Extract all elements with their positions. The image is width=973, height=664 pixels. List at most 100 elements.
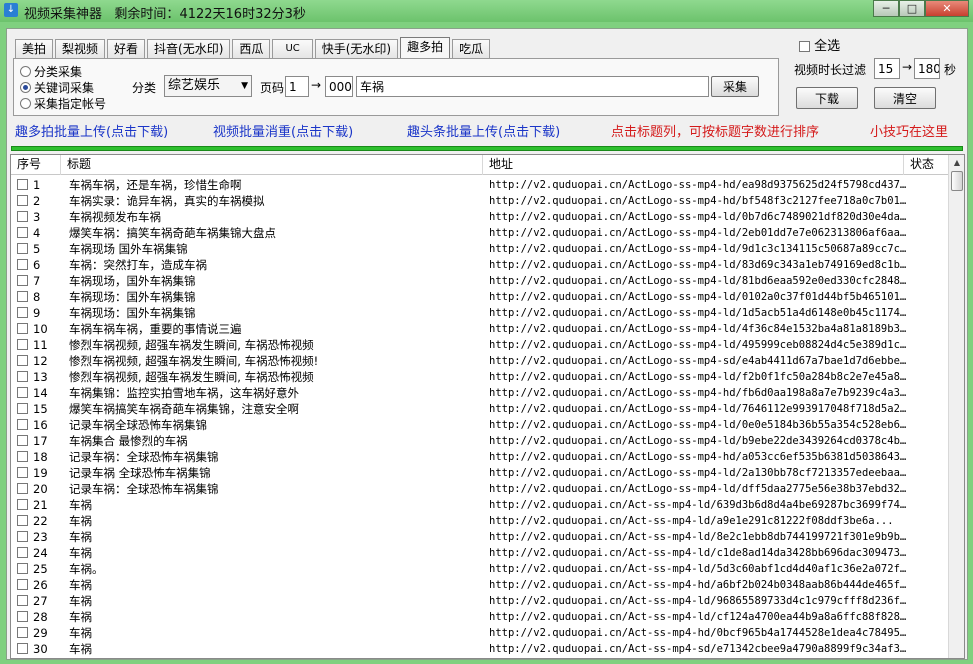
tab-haokan[interactable]: 好看 — [107, 39, 146, 59]
table-row[interactable]: 26 车祸 http://v2.quduopai.cn/Act-ss-mp4-hd/… — [11, 577, 949, 593]
row-checkbox[interactable] — [17, 355, 28, 366]
page-from-input[interactable] — [285, 76, 309, 97]
table-row[interactable]: 5 车祸现场 国外车祸集锦 http://v2.quduopai.cn/ActLog… — [11, 241, 949, 257]
row-checkbox[interactable] — [17, 563, 28, 574]
table-row[interactable]: 15 爆笑车祸搞笑车祸奇葩车祸集锦，注意安全啊 http://v2.quduopai… — [11, 401, 949, 417]
radio-category-collect[interactable]: 分类采集 — [20, 63, 82, 80]
table-row[interactable]: 24 车祸 http://v2.quduopai.cn/Act-ss-mp4-ld/… — [11, 545, 949, 561]
row-checkbox[interactable] — [17, 435, 28, 446]
tab-quduopai[interactable]: 趣多拍 — [400, 37, 451, 59]
table-row[interactable]: 3 车祸视频发布车祸 http://v2.quduopai.cn/ActLogo-s… — [11, 209, 949, 225]
table-row[interactable]: 19 记录车祸 全球恐怖车祸集锦 http://v2.quduopai.cn/Act… — [11, 465, 949, 481]
row-checkbox[interactable] — [17, 179, 28, 190]
tab-xigua[interactable]: 西瓜 — [232, 39, 271, 59]
table-row[interactable]: 30 车祸 http://v2.quduopai.cn/Act-ss-mp4-sd/… — [11, 641, 949, 657]
scroll-thumb[interactable] — [951, 171, 963, 191]
table-row[interactable]: 16 记录车祸全球恐怖车祸集锦 http://v2.quduopai.cn/ActL… — [11, 417, 949, 433]
table-row[interactable]: 20 记录车祸：全球恐怖车祸集锦 http://v2.quduopai.cn/Act… — [11, 481, 949, 497]
row-checkbox[interactable] — [17, 611, 28, 622]
row-url: http://v2.quduopai.cn/ActLogo-ss-mp4-ld/… — [489, 323, 907, 335]
dedupe-link[interactable]: 视频批量消重(点击下载) — [213, 121, 353, 140]
row-checkbox[interactable] — [17, 643, 28, 654]
link-row: 趣多拍批量上传(点击下载) 视频批量消重(点击下载) 趣头条批量上传(点击下载)… — [15, 119, 965, 141]
table-row[interactable]: 11 惨烈车祸视频, 超强车祸发生瞬间, 车祸恐怖视频 http://v2.qudu… — [11, 337, 949, 353]
row-checkbox[interactable] — [17, 243, 28, 254]
header-title[interactable]: 标题 — [61, 155, 483, 175]
table-row[interactable]: 8 车祸现场：国外车祸集锦 http://v2.quduopai.cn/ActLog… — [11, 289, 949, 305]
table-row[interactable]: 25 车祸。 http://v2.quduopai.cn/Act-ss-mp4-ld… — [11, 561, 949, 577]
toutiao-upload-link[interactable]: 趣头条批量上传(点击下载) — [407, 121, 560, 140]
table-row[interactable]: 9 车祸现场：国外车祸集锦 http://v2.quduopai.cn/ActLog… — [11, 305, 949, 321]
category-select[interactable]: 综艺娱乐 ▼ — [164, 75, 252, 97]
row-checkbox[interactable] — [17, 195, 28, 206]
close-button[interactable]: ✕ — [925, 0, 969, 17]
table-row[interactable]: 18 记录车祸：全球恐怖车祸集锦 http://v2.quduopai.cn/Act… — [11, 449, 949, 465]
table-row[interactable]: 21 车祸 http://v2.quduopai.cn/Act-ss-mp4-ld/… — [11, 497, 949, 513]
batch-upload-link[interactable]: 趣多拍批量上传(点击下载) — [15, 121, 168, 140]
table-row[interactable]: 23 车祸 http://v2.quduopai.cn/Act-ss-mp4-ld/… — [11, 529, 949, 545]
row-checkbox[interactable] — [17, 419, 28, 430]
row-checkbox[interactable] — [17, 579, 28, 590]
table-row[interactable]: 7 车祸现场，国外车祸集锦 http://v2.quduopai.cn/ActLog… — [11, 273, 949, 289]
row-checkbox[interactable] — [17, 483, 28, 494]
tab-chigua[interactable]: 吃瓜 — [452, 39, 491, 59]
tips-link[interactable]: 小技巧在这里 — [870, 121, 948, 140]
keyword-input[interactable] — [356, 76, 709, 97]
minimize-button[interactable]: ─ — [873, 0, 899, 17]
duration-max-input[interactable] — [914, 58, 940, 79]
table-row[interactable]: 2 车祸实录：诡异车祸，真实的车祸模拟 http://v2.quduopai.cn/… — [11, 193, 949, 209]
row-checkbox[interactable] — [17, 451, 28, 462]
row-checkbox[interactable] — [17, 371, 28, 382]
row-checkbox[interactable] — [17, 323, 28, 334]
row-checkbox[interactable] — [17, 403, 28, 414]
row-checkbox[interactable] — [17, 227, 28, 238]
row-checkbox[interactable] — [17, 275, 28, 286]
collect-button[interactable]: 采集 — [711, 76, 759, 97]
table-row[interactable]: 14 车祸集锦：监控实拍雪地车祸，这车祸好意外 http://v2.quduopai… — [11, 385, 949, 401]
table-row[interactable]: 1 车祸车祸，还是车祸，珍惜生命啊 http://v2.quduopai.cn/Ac… — [11, 177, 949, 193]
radio-keyword-collect[interactable]: 关键词采集 — [20, 79, 94, 96]
row-checkbox[interactable] — [17, 627, 28, 638]
row-url: http://v2.quduopai.cn/ActLogo-ss-mp4-ld/… — [489, 467, 907, 479]
header-url[interactable]: 地址 — [483, 155, 904, 175]
vertical-scrollbar[interactable]: ▲ — [948, 155, 964, 658]
maximize-button[interactable]: □ — [899, 0, 925, 17]
row-checkbox[interactable] — [17, 547, 28, 558]
row-checkbox[interactable] — [17, 211, 28, 222]
row-checkbox[interactable] — [17, 499, 28, 510]
header-status[interactable]: 状态 — [904, 155, 949, 175]
table-row[interactable]: 13 惨烈车祸视频, 超强车祸发生瞬间, 车祸恐怖视频 http://v2.qudu… — [11, 369, 949, 385]
duration-min-input[interactable] — [874, 58, 900, 79]
row-checkbox[interactable] — [17, 595, 28, 606]
row-title: 车祸。 — [69, 562, 104, 576]
row-checkbox[interactable] — [17, 339, 28, 350]
header-num[interactable]: 序号 — [11, 155, 61, 175]
page-to-input[interactable] — [325, 76, 353, 97]
table-row[interactable]: 29 车祸 http://v2.quduopai.cn/Act-ss-mp4-hd/… — [11, 625, 949, 641]
scroll-up-icon[interactable]: ▲ — [950, 156, 964, 170]
table-row[interactable]: 28 车祸 http://v2.quduopai.cn/Act-ss-mp4-ld/… — [11, 609, 949, 625]
tab-meipai[interactable]: 美拍 — [15, 39, 54, 59]
row-checkbox[interactable] — [17, 531, 28, 542]
tab-douyin[interactable]: 抖音(无水印) — [147, 39, 231, 59]
row-checkbox[interactable] — [17, 387, 28, 398]
row-checkbox[interactable] — [17, 259, 28, 270]
tab-pear-video[interactable]: 梨视频 — [55, 39, 106, 59]
table-row[interactable]: 27 车祸 http://v2.quduopai.cn/Act-ss-mp4-ld/… — [11, 593, 949, 609]
row-checkbox[interactable] — [17, 307, 28, 318]
tab-kuaishou[interactable]: 快手(无水印) — [314, 39, 399, 59]
row-checkbox[interactable] — [17, 291, 28, 302]
table-row[interactable]: 12 惨烈车祸视频, 超强车祸发生瞬间, 车祸恐怖视频! http://v2.qud… — [11, 353, 949, 369]
clear-button[interactable]: 清空 — [874, 87, 936, 109]
radio-account-collect[interactable]: 采集指定帐号 — [20, 95, 106, 112]
table-row[interactable]: 17 车祸集合 最惨烈的车祸 http://v2.quduopai.cn/ActLo… — [11, 433, 949, 449]
download-button[interactable]: 下载 — [796, 87, 858, 109]
tab-uc[interactable]: UC — [272, 39, 313, 59]
table-row[interactable]: 6 车祸：突然打车，造成车祸 http://v2.quduopai.cn/ActLo… — [11, 257, 949, 273]
table-row[interactable]: 22 车祸 http://v2.quduopai.cn/Act-ss-mp4-ld/… — [11, 513, 949, 529]
table-row[interactable]: 10 车祸车祸车祸，重要的事情说三遍 http://v2.quduopai.cn/A… — [11, 321, 949, 337]
table-row[interactable]: 4 爆笑车祸：搞笑车祸奇葩车祸集锦大盘点 http://v2.quduopai.cn… — [11, 225, 949, 241]
row-checkbox[interactable] — [17, 515, 28, 526]
select-all-checkbox[interactable]: 全选 — [799, 35, 840, 54]
row-checkbox[interactable] — [17, 467, 28, 478]
